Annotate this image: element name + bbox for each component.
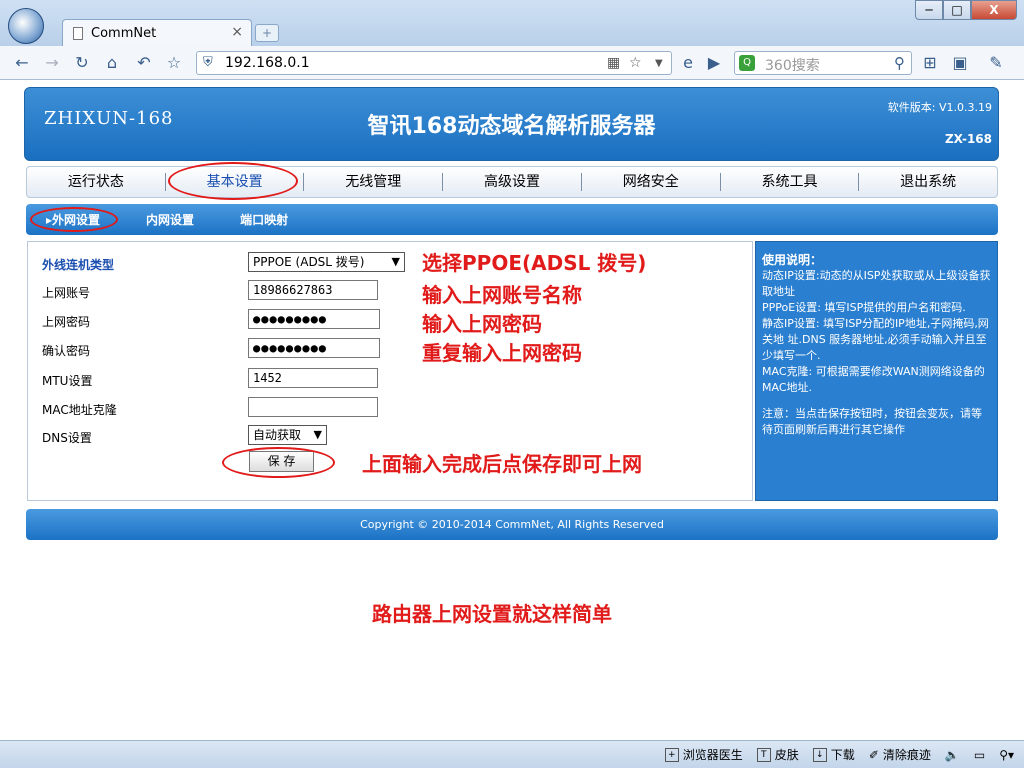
dns-value: 自动获取 bbox=[253, 428, 302, 442]
window-icon: ▭ bbox=[973, 747, 986, 762]
search-box[interactable]: Q 360搜索 ⚲ bbox=[734, 51, 912, 75]
highlight-ring bbox=[168, 162, 298, 200]
help-text: MAC克隆: 可根据需要修改WAN测网络设备的MAC地址. bbox=[762, 365, 985, 394]
tools-icon[interactable]: ✎ bbox=[986, 54, 1006, 72]
play-icon[interactable]: ▶ bbox=[704, 54, 724, 72]
confirm-password-input[interactable]: ●●●●●●●●● bbox=[248, 338, 380, 358]
tab-close-icon[interactable]: × bbox=[231, 24, 243, 40]
zoom-button[interactable]: ⚲▾ bbox=[999, 748, 1014, 762]
sub-nav: ▸外网设置 内网设置 端口映射 bbox=[26, 204, 998, 235]
annotation-text: 输入上网密码 bbox=[422, 312, 542, 336]
new-tab-button[interactable]: + bbox=[255, 24, 279, 42]
subnav-item-lan[interactable]: 内网设置 bbox=[146, 211, 194, 228]
extension-icon[interactable]: ⊞ bbox=[920, 54, 940, 72]
status-label: 浏览器医生 bbox=[682, 748, 743, 762]
minimize-button[interactable]: ─ bbox=[915, 0, 943, 20]
status-bar: + 浏览器医生 T 皮肤 ↓ 下载 ✐ 清除痕迹 🔈 ▭ ⚲▾ bbox=[0, 740, 1024, 768]
broom-icon: ✐ bbox=[868, 747, 879, 762]
tab-title: CommNet bbox=[91, 25, 157, 41]
search-placeholder: 360搜索 bbox=[765, 58, 820, 74]
annotation-text: 选择PPOE(ADSL 拨号) bbox=[422, 251, 647, 275]
bookmark-star-icon[interactable]: ☆ bbox=[629, 55, 642, 71]
clear-traces-button[interactable]: ✐ 清除痕迹 bbox=[869, 746, 931, 763]
password-input[interactable]: ●●●●●●●●● bbox=[248, 309, 380, 329]
help-title: 使用说明： bbox=[762, 253, 823, 267]
account-label: 上网账号 bbox=[42, 286, 91, 300]
dns-label: DNS设置 bbox=[42, 431, 92, 445]
wan-type-value: PPPOE (ADSL 拨号) bbox=[253, 255, 365, 269]
chevron-down-icon: ▼ bbox=[313, 428, 322, 441]
qr-icon[interactable]: ▦ bbox=[607, 55, 620, 71]
help-text: 动态IP设置:动态的从ISP处获取或从上级设备获取地址 bbox=[762, 269, 991, 298]
highlight-ring bbox=[30, 207, 118, 232]
chevron-down-icon: ▼ bbox=[391, 255, 400, 268]
subnav-item-port-mapping[interactable]: 端口映射 bbox=[240, 211, 288, 228]
browser-logo-icon bbox=[8, 8, 44, 44]
forward-icon[interactable]: → bbox=[42, 54, 62, 72]
annotation-text: 上面输入完成后点保存即可上网 bbox=[362, 452, 642, 476]
skin-button[interactable]: T 皮肤 bbox=[756, 746, 799, 763]
page-icon bbox=[73, 26, 83, 40]
close-window-button[interactable]: X bbox=[971, 0, 1017, 20]
nav-item-advanced[interactable]: 高级设置 bbox=[443, 173, 582, 191]
nav-item-wireless[interactable]: 无线管理 bbox=[304, 173, 444, 191]
help-panel: 使用说明： 动态IP设置:动态的从ISP处获取或从上级设备获取地址 PPPoE设… bbox=[755, 241, 998, 501]
model-name: ZX-168 bbox=[944, 132, 992, 146]
home-icon[interactable]: ⌂ bbox=[102, 54, 122, 72]
back-icon[interactable]: ← bbox=[12, 54, 32, 72]
nav-item-security[interactable]: 网络安全 bbox=[582, 173, 721, 191]
help-text: PPPoE设置: 填写ISP提供的用户名和密码. bbox=[762, 301, 966, 314]
wan-type-label: 外线连机类型 bbox=[42, 258, 115, 272]
maximize-button[interactable]: □ bbox=[943, 0, 971, 20]
address-bar[interactable]: ⛨ 192.168.0.1 ▦ ☆ ▼ bbox=[196, 51, 672, 75]
browser-tab[interactable]: CommNet × bbox=[62, 19, 252, 46]
nav-item-status[interactable]: 运行状态 bbox=[27, 173, 166, 191]
doctor-icon: + bbox=[664, 747, 679, 762]
wan-type-select[interactable]: PPPOE (ADSL 拨号) ▼ bbox=[248, 252, 405, 272]
browser-doctor-button[interactable]: + 浏览器医生 bbox=[664, 746, 743, 763]
confirm-password-label: 确认密码 bbox=[42, 344, 91, 358]
app-icon[interactable]: ▣ bbox=[950, 54, 970, 72]
ie-mode-icon[interactable]: e bbox=[678, 54, 698, 72]
volume-button[interactable]: 🔈 bbox=[945, 748, 960, 762]
nav-item-logout[interactable]: 退出系统 bbox=[859, 173, 997, 191]
download-icon: ↓ bbox=[812, 747, 827, 762]
refresh-icon[interactable]: ↻ bbox=[72, 54, 92, 72]
mtu-label: MTU设置 bbox=[42, 374, 93, 388]
window-mode-button[interactable]: ▭ bbox=[974, 748, 985, 762]
highlight-ring bbox=[222, 447, 335, 478]
skin-icon: T bbox=[756, 747, 771, 762]
copyright-footer: Copyright © 2010-2014 CommNet, All Right… bbox=[26, 509, 998, 540]
nav-item-tools[interactable]: 系统工具 bbox=[721, 173, 860, 191]
help-text: 注意：当点击保存按钮时，按钮会变灰，请等待页面刷新后再进行其它操作 bbox=[762, 407, 982, 436]
status-label: 皮肤 bbox=[774, 748, 799, 762]
software-version: 软件版本: V1.0.3.19 bbox=[887, 101, 992, 114]
shield-icon: ⛨ bbox=[203, 55, 213, 70]
favorite-star-icon[interactable]: ☆ bbox=[164, 54, 184, 72]
account-input[interactable]: 18986627863 bbox=[248, 280, 378, 300]
search-icon[interactable]: ⚲ bbox=[894, 54, 905, 72]
page-title: 智讯168动态域名解析服务器 bbox=[367, 114, 656, 139]
url-text: 192.168.0.1 bbox=[225, 55, 310, 71]
status-label: 下载 bbox=[830, 748, 855, 762]
dns-select[interactable]: 自动获取 ▼ bbox=[248, 425, 327, 445]
help-text: 静态IP设置: 填写ISP分配的IP地址,子网掩码,网关地 址.DNS 服务器地… bbox=[762, 317, 989, 362]
status-label: 清除痕迹 bbox=[882, 748, 931, 762]
undo-icon[interactable]: ↶ bbox=[134, 54, 154, 72]
password-label: 上网密码 bbox=[42, 315, 91, 329]
download-button[interactable]: ↓ 下载 bbox=[812, 746, 855, 763]
search-engine-icon[interactable]: Q bbox=[739, 55, 755, 71]
zoom-icon: ⚲▾ bbox=[999, 747, 1014, 762]
mac-clone-input[interactable] bbox=[248, 397, 378, 417]
mac-clone-label: MAC地址克隆 bbox=[42, 403, 117, 417]
mtu-input[interactable]: 1452 bbox=[248, 368, 378, 388]
annotation-text: 重复输入上网密码 bbox=[422, 341, 582, 365]
speaker-icon: 🔈 bbox=[944, 747, 960, 762]
annotation-text: 路由器上网设置就这样简单 bbox=[372, 602, 612, 626]
dropdown-icon[interactable]: ▼ bbox=[655, 58, 663, 69]
annotation-text: 输入上网账号名称 bbox=[422, 283, 582, 307]
